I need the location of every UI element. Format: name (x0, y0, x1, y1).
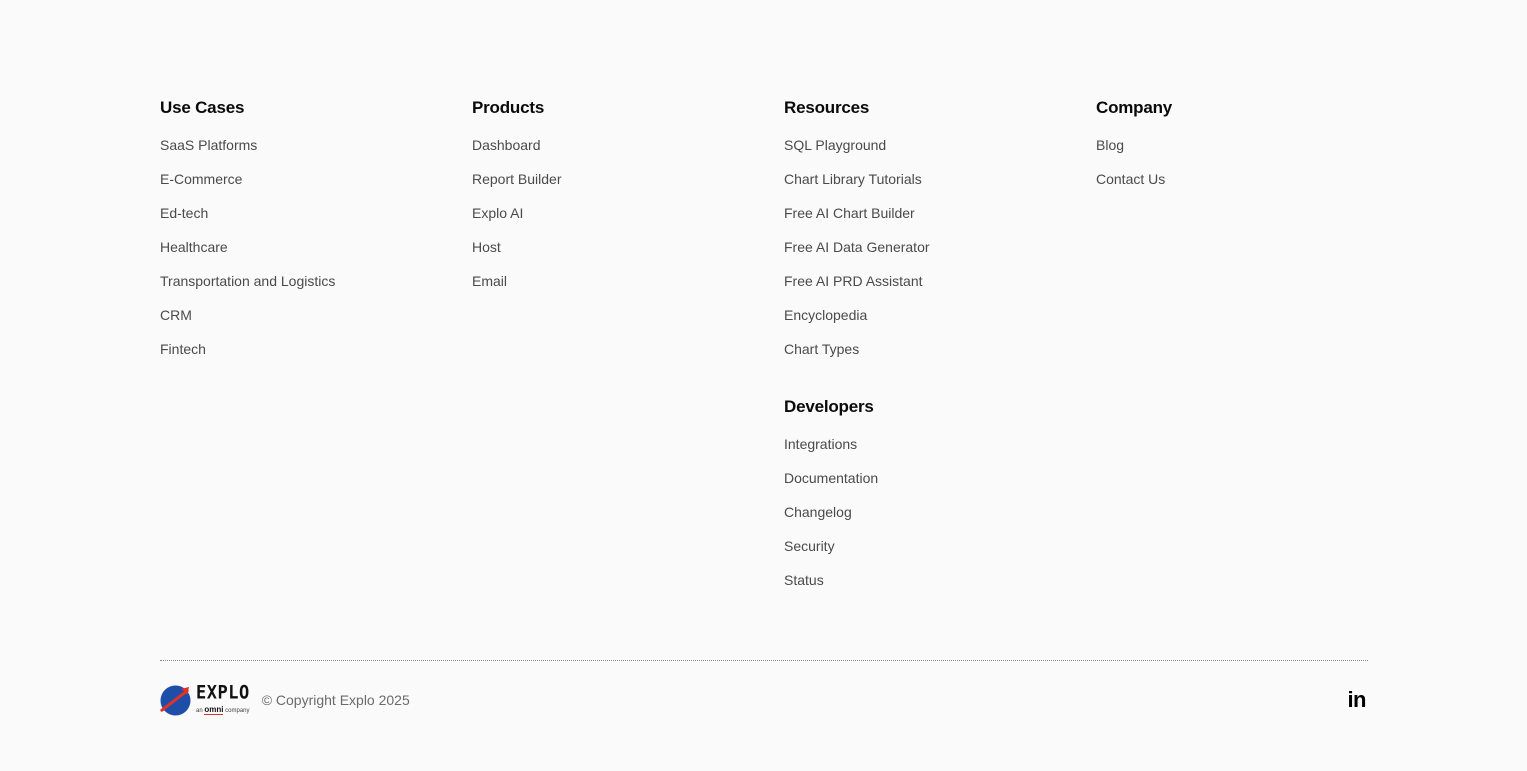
footer-column-company: Company Blog Contact Us (1096, 97, 1368, 606)
list-item: Integrations (784, 436, 1096, 470)
list-item: Chart Types (784, 341, 1096, 375)
list-item: Security (784, 538, 1096, 572)
list-item: Changelog (784, 504, 1096, 538)
link-dashboard[interactable]: Dashboard (472, 137, 541, 153)
products-group: Products Dashboard Report Builder Explo … (472, 97, 784, 307)
company-heading: Company (1096, 98, 1173, 117)
list-item: Dashboard (472, 137, 784, 171)
link-email[interactable]: Email (472, 273, 507, 289)
link-integrations[interactable]: Integrations (784, 436, 857, 452)
list-item: Documentation (784, 470, 1096, 504)
footer-columns: Use Cases SaaS Platforms E-Commerce Ed-t… (160, 97, 1368, 606)
explo-logo-mark-icon (160, 684, 191, 716)
link-encyclopedia[interactable]: Encyclopedia (784, 307, 867, 323)
list-item: Fintech (160, 341, 472, 375)
footer-column-use-cases: Use Cases SaaS Platforms E-Commerce Ed-t… (160, 97, 472, 606)
list-item: Transportation and Logistics (160, 273, 472, 307)
link-host[interactable]: Host (472, 239, 501, 255)
list-item: CRM (160, 307, 472, 341)
list-item: Free AI Chart Builder (784, 205, 1096, 239)
use-cases-heading: Use Cases (160, 98, 245, 117)
list-item: Email (472, 273, 784, 307)
list-item: Ed-tech (160, 205, 472, 239)
list-item: Chart Library Tutorials (784, 171, 1096, 205)
footer-column-resources: Resources SQL Playground Chart Library T… (784, 97, 1096, 606)
explo-logo-text: EXPLO an omni company (196, 682, 250, 715)
resources-group: Resources SQL Playground Chart Library T… (784, 97, 1096, 375)
explo-logo[interactable]: EXPLO an omni company (160, 682, 250, 716)
list-item: Healthcare (160, 239, 472, 273)
footer-divider (160, 660, 1368, 661)
resources-heading: Resources (784, 98, 870, 117)
omni-byline: an omni company (196, 705, 250, 715)
link-blog[interactable]: Blog (1096, 137, 1124, 153)
link-security[interactable]: Security (784, 538, 835, 554)
footer-bottom-bar: EXPLO an omni company © Copyright Explo … (160, 684, 1368, 716)
link-chart-library-tutorials[interactable]: Chart Library Tutorials (784, 171, 922, 187)
developers-heading: Developers (784, 397, 874, 416)
list-item: E-Commerce (160, 171, 472, 205)
link-healthcare[interactable]: Healthcare (160, 239, 228, 255)
link-free-ai-chart-builder[interactable]: Free AI Chart Builder (784, 205, 915, 221)
footer-brand: EXPLO an omni company © Copyright Explo … (160, 682, 410, 716)
link-free-ai-prd-assistant[interactable]: Free AI PRD Assistant (784, 273, 923, 289)
copyright-text: © Copyright Explo 2025 (261, 692, 410, 708)
list-item: Free AI Data Generator (784, 239, 1096, 273)
use-cases-group: Use Cases SaaS Platforms E-Commerce Ed-t… (160, 97, 472, 375)
list-item: SQL Playground (784, 137, 1096, 171)
list-item: SaaS Platforms (160, 137, 472, 171)
byline-brand: omni (204, 705, 224, 715)
list-item: Blog (1096, 137, 1368, 171)
link-crm[interactable]: CRM (160, 307, 192, 323)
list-item: Encyclopedia (784, 307, 1096, 341)
social-links: in (1347, 687, 1366, 713)
link-status[interactable]: Status (784, 572, 824, 588)
byline-suffix: company (225, 708, 250, 714)
list-item: Status (784, 572, 1096, 606)
link-chart-types[interactable]: Chart Types (784, 341, 859, 357)
list-item: Report Builder (472, 171, 784, 205)
list-item: Host (472, 239, 784, 273)
link-contact-us[interactable]: Contact Us (1096, 171, 1165, 187)
products-list: Dashboard Report Builder Explo AI Host E… (472, 137, 784, 307)
company-group: Company Blog Contact Us (1096, 97, 1368, 205)
link-fintech[interactable]: Fintech (160, 341, 206, 357)
link-changelog[interactable]: Changelog (784, 504, 852, 520)
link-saas-platforms[interactable]: SaaS Platforms (160, 137, 257, 153)
link-free-ai-data-generator[interactable]: Free AI Data Generator (784, 239, 930, 255)
byline-prefix: an (196, 708, 203, 714)
list-item: Free AI PRD Assistant (784, 273, 1096, 307)
linkedin-icon[interactable]: in (1347, 687, 1366, 713)
link-e-commerce[interactable]: E-Commerce (160, 171, 242, 187)
use-cases-list: SaaS Platforms E-Commerce Ed-tech Health… (160, 137, 472, 375)
link-report-builder[interactable]: Report Builder (472, 171, 562, 187)
list-item: Explo AI (472, 205, 784, 239)
link-transportation-logistics[interactable]: Transportation and Logistics (160, 273, 335, 289)
products-heading: Products (472, 98, 545, 117)
explo-wordmark: EXPLO (196, 682, 250, 705)
link-explo-ai[interactable]: Explo AI (472, 205, 523, 221)
footer-column-products: Products Dashboard Report Builder Explo … (472, 97, 784, 606)
list-item: Contact Us (1096, 171, 1368, 205)
link-sql-playground[interactable]: SQL Playground (784, 137, 886, 153)
company-list: Blog Contact Us (1096, 137, 1368, 205)
link-documentation[interactable]: Documentation (784, 470, 878, 486)
resources-list: SQL Playground Chart Library Tutorials F… (784, 137, 1096, 375)
link-ed-tech[interactable]: Ed-tech (160, 205, 208, 221)
developers-list: Integrations Documentation Changelog Sec… (784, 436, 1096, 606)
site-footer: Use Cases SaaS Platforms E-Commerce Ed-t… (0, 0, 1527, 771)
developers-group: Developers Integrations Documentation Ch… (784, 396, 1096, 606)
